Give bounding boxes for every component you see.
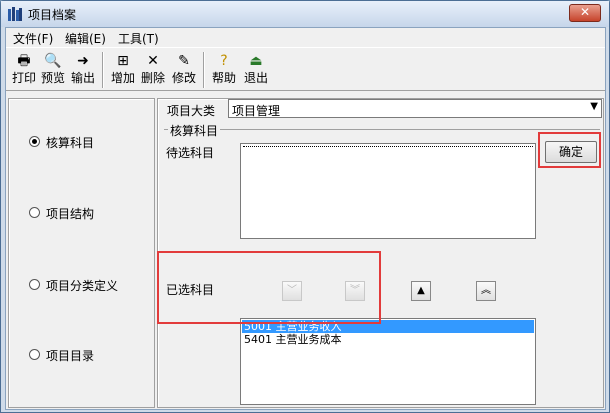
move-top-button[interactable]: ︽	[476, 281, 496, 301]
close-button[interactable]: ✕	[569, 4, 601, 22]
toolbar-separator	[102, 52, 104, 88]
exit-icon: ⏏	[249, 53, 263, 69]
option-label: 项目结构	[46, 207, 95, 221]
toolbar-separator	[203, 52, 205, 88]
radio-button-checked[interactable]	[29, 136, 40, 147]
chevron-up-icon: ▲	[417, 285, 425, 296]
add-label: 增加	[110, 71, 135, 85]
preview-label: 预览	[40, 71, 65, 85]
group-divider	[164, 129, 600, 130]
confirm-button[interactable]: 确定	[545, 141, 597, 163]
help-label: 帮助	[211, 71, 236, 85]
category-value: 项目管理	[232, 104, 281, 118]
export-button[interactable]: ➜ 输出	[69, 51, 97, 89]
item-code: 5401	[244, 333, 272, 346]
delete-button[interactable]: ✕ 删除	[139, 51, 167, 89]
double-chevron-up-icon: ︽	[481, 285, 491, 296]
radio-button[interactable]	[29, 207, 40, 218]
move-bottom-button[interactable]: ︾	[345, 281, 365, 301]
title-bar[interactable]: 项目档案 ✕	[1, 1, 609, 27]
radio-button[interactable]	[29, 279, 40, 290]
edit-icon: ✎	[178, 53, 190, 69]
print-button[interactable]: 🖶 打印	[10, 51, 38, 89]
exit-label: 退出	[243, 71, 268, 85]
focus-indicator	[243, 146, 533, 147]
option-label: 项目分类定义	[46, 279, 119, 293]
group-title: 核算科目	[168, 122, 221, 139]
item-code: 5001	[244, 320, 272, 333]
print-icon: 🖶	[17, 53, 31, 69]
option-label: 项目目录	[46, 349, 95, 363]
option-label: 核算科目	[46, 136, 95, 150]
list-item[interactable]: 5001 主营业务收入	[242, 320, 534, 333]
exit-button[interactable]: ⏏ 退出	[242, 51, 270, 89]
export-label: 输出	[70, 71, 95, 85]
delete-label: 删除	[140, 71, 165, 85]
list-item[interactable]: 5401 主营业务成本	[242, 333, 534, 346]
selected-label: 已选科目	[166, 283, 215, 297]
pending-label: 待选科目	[166, 146, 215, 160]
chevron-down-icon: ﹀	[287, 285, 297, 296]
preview-button[interactable]: 🔍 预览	[39, 51, 67, 89]
close-icon: ✕	[579, 5, 591, 19]
move-up-button[interactable]: ▲	[411, 281, 431, 301]
category-select[interactable]: 项目管理 ▼	[228, 99, 602, 118]
add-icon: ⊞	[117, 53, 129, 69]
radio-button[interactable]	[29, 349, 40, 360]
selected-list[interactable]: 5001 主营业务收入 5401 主营业务成本	[240, 318, 536, 405]
delete-icon: ✕	[147, 53, 159, 69]
client-area: 文件(F) 编辑(E) 工具(T) 🖶 打印 🔍 预览 ➜ 输出 ⊞ 增加 ✕ …	[5, 27, 606, 410]
edit-button[interactable]: ✎ 修改	[170, 51, 198, 89]
menu-bar: 文件(F) 编辑(E) 工具(T)	[6, 28, 605, 47]
item-name: 主营业务收入	[275, 320, 342, 333]
app-icon	[8, 7, 22, 21]
export-icon: ➜	[77, 53, 89, 69]
menu-edit[interactable]: 编辑(E)	[65, 30, 106, 47]
pending-list[interactable]	[240, 143, 536, 239]
toolbar: 🖶 打印 🔍 预览 ➜ 输出 ⊞ 增加 ✕ 删除 ✎ 修改 ? 帮助 ⏏ 退出	[6, 47, 605, 91]
menu-file[interactable]: 文件(F)	[13, 30, 53, 47]
item-name: 主营业务成本	[275, 333, 342, 346]
application-window: 项目档案 ✕ 文件(F) 编辑(E) 工具(T) 🖶 打印 🔍 预览 ➜ 输出	[0, 0, 610, 413]
window-title: 项目档案	[28, 8, 77, 22]
double-chevron-down-icon: ︾	[350, 285, 360, 296]
category-label: 项目大类	[167, 104, 216, 118]
detail-panel: 项目大类 项目管理 ▼ 核算科目 待选科目 确定 已选科目 ﹀ ︾ ▲ ︽ 50…	[157, 98, 604, 408]
add-button[interactable]: ⊞ 增加	[109, 51, 137, 89]
help-icon: ?	[220, 53, 228, 69]
help-button[interactable]: ? 帮助	[210, 51, 238, 89]
options-panel: 核算科目 项目结构 项目分类定义 项目目录	[8, 98, 155, 408]
preview-icon: 🔍	[44, 53, 62, 69]
move-down-button[interactable]: ﹀	[282, 281, 302, 301]
menu-tools[interactable]: 工具(T)	[118, 30, 159, 47]
dropdown-arrow-icon[interactable]: ▼	[590, 101, 598, 112]
edit-label: 修改	[171, 71, 196, 85]
